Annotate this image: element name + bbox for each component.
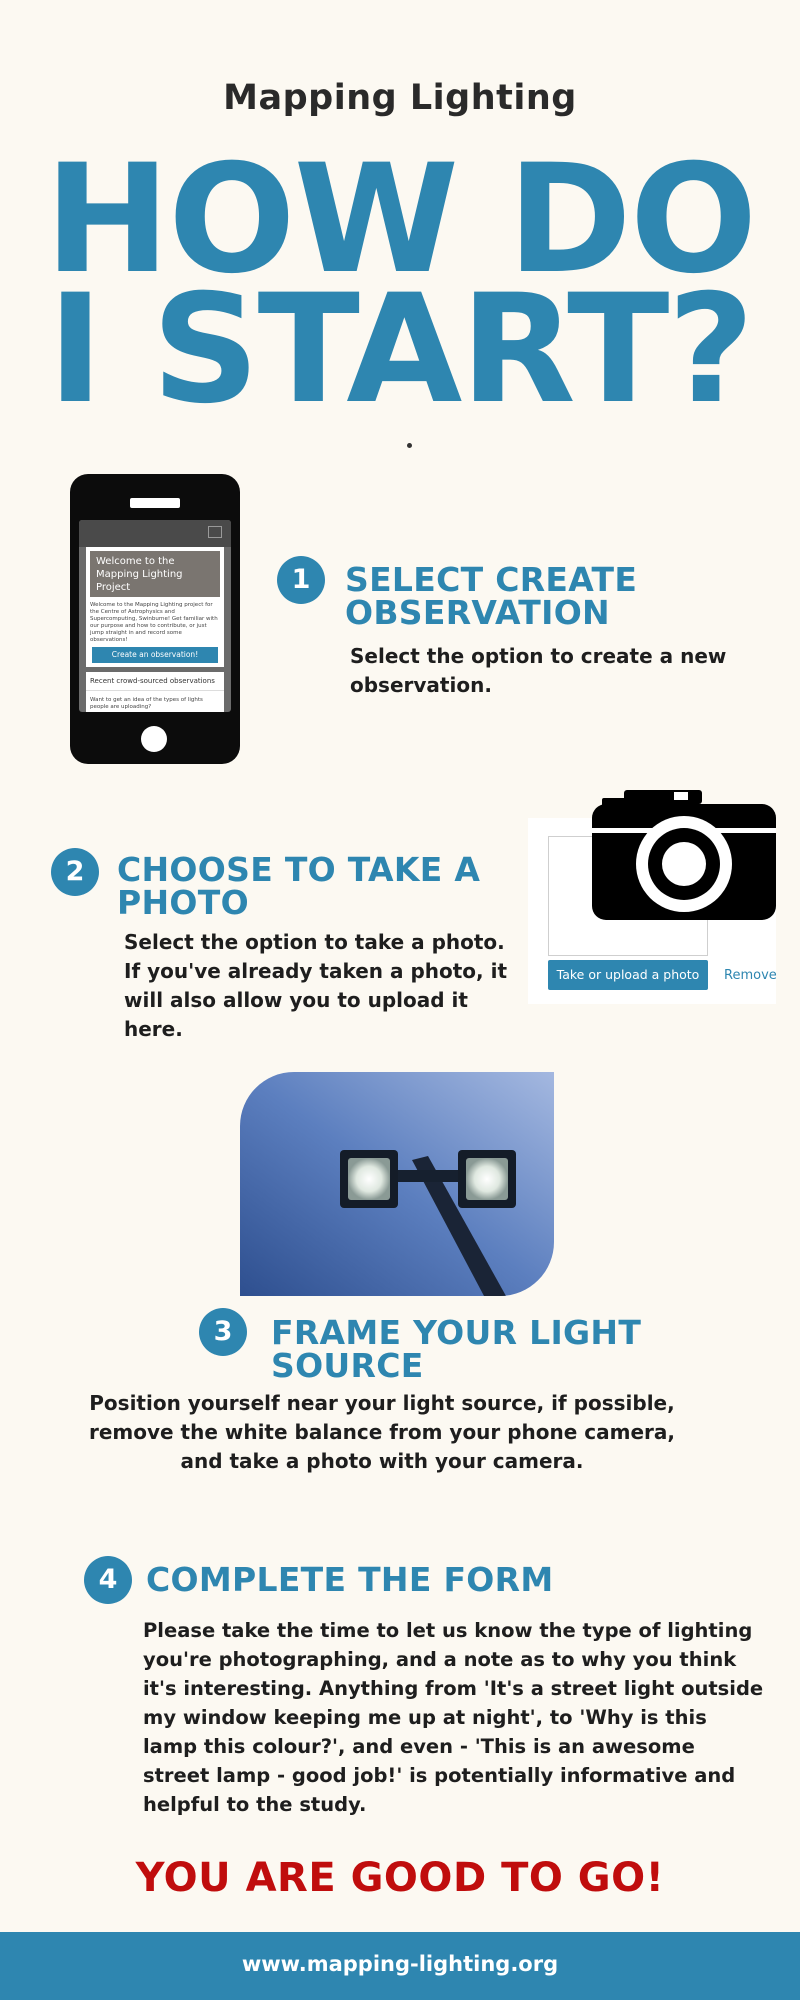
footer-bar: www.mapping-lighting.org — [0, 1932, 800, 2000]
phone-home-button — [141, 726, 167, 752]
welcome-line: Project — [96, 582, 131, 593]
step-title-line: SOURCE — [271, 1346, 424, 1385]
step-text-line: and take a photo with your camera. — [180, 1449, 584, 1473]
step-3-text: Position yourself near your light source… — [60, 1389, 704, 1476]
step-3-title: FRAME YOUR LIGHT SOURCE — [271, 1316, 641, 1382]
step-text-line: Select the option to take a photo. — [124, 930, 505, 954]
step-4-number: 4 — [84, 1556, 132, 1604]
subtitle: Mapping Lighting — [223, 78, 577, 118]
step-text-line: helpful to the study. — [143, 1793, 367, 1816]
welcome-line: Mapping Lighting — [96, 569, 183, 580]
screen-welcome-banner: Welcome to the Mapping Lighting Project — [90, 551, 220, 597]
step-text-line: street lamp - good job!' is potentially … — [143, 1764, 736, 1787]
screen-recent-card: Recent crowd-sourced observations Want t… — [86, 672, 224, 712]
screen-recent-text: Want to get an idea of the types of ligh… — [90, 697, 203, 710]
step-text-line: remove the white balance from your phone… — [88, 1420, 676, 1444]
step-1-text: Select the option to create a new observ… — [350, 642, 726, 700]
create-observation-button[interactable]: Create an observation! — [92, 647, 218, 663]
step-title-line: FRAME YOUR LIGHT — [271, 1313, 642, 1352]
step-title-line: PHOTO — [117, 883, 249, 922]
street-lamp-photo — [240, 1072, 554, 1296]
step-4-title: COMPLETE THE FORM — [146, 1563, 554, 1596]
step-text-line: it's interesting. Anything from 'It's a … — [143, 1677, 764, 1700]
step-1-number: 1 — [277, 556, 325, 604]
step-title-line: OBSERVATION — [345, 593, 610, 632]
phone-screen: Welcome to the Mapping Lighting Project … — [79, 520, 231, 712]
step-text-line: will also allow you to upload it — [124, 988, 468, 1012]
screen-recent-heading: Recent crowd-sourced observations — [90, 677, 215, 685]
divider — [86, 690, 224, 691]
step-title-line: COMPLETE THE FORM — [146, 1560, 554, 1599]
step-text-line: my window keeping me up at night', to 'W… — [143, 1706, 707, 1729]
step-text-line: here. — [124, 1017, 183, 1041]
step-title-line: CHOOSE TO TAKE A — [117, 850, 481, 889]
hamburger-menu-icon — [208, 526, 222, 538]
screen-top-bar — [79, 520, 231, 547]
camera-icon — [592, 790, 776, 920]
remove-link[interactable]: Remove — [724, 968, 777, 983]
step-2-title: CHOOSE TO TAKE A PHOTO — [117, 853, 480, 919]
step-text-line: Please take the time to let us know the … — [143, 1619, 753, 1642]
step-2-number: 2 — [51, 848, 99, 896]
screen-welcome-card: Welcome to the Mapping Lighting Project … — [86, 547, 224, 667]
screen-intro-text: Welcome to the Mapping Lighting project … — [90, 602, 218, 643]
divider-dot — [407, 443, 412, 448]
website-link[interactable]: www.mapping-lighting.org — [0, 1952, 800, 1976]
smartphone-icon: Welcome to the Mapping Lighting Project … — [70, 474, 240, 764]
phone-speaker — [130, 498, 180, 508]
step-2-text: Select the option to take a photo. If yo… — [124, 928, 507, 1044]
take-or-upload-photo-button[interactable]: Take or upload a photo — [548, 960, 708, 990]
step-3-number: 3 — [199, 1308, 247, 1356]
step-text-line: Select the option to create a new — [350, 644, 727, 668]
step-text-line: observation. — [350, 673, 492, 697]
step-1-title: SELECT CREATE OBSERVATION — [345, 563, 637, 629]
step-text-line: If you've already taken a photo, it — [124, 959, 508, 983]
step-text-line: you're photographing, and a note as to w… — [143, 1648, 737, 1671]
step-title-line: SELECT CREATE — [345, 560, 638, 599]
good-to-go-message: YOU ARE GOOD TO GO! — [135, 1855, 665, 1901]
step-text-line: lamp this colour?', and even - 'This is … — [143, 1735, 695, 1758]
headline-line-2: I START? — [47, 263, 755, 437]
welcome-line: Welcome to the — [96, 556, 175, 567]
step-4-text: Please take the time to let us know the … — [143, 1616, 763, 1819]
step-text-line: Position yourself near your light source… — [89, 1391, 675, 1415]
